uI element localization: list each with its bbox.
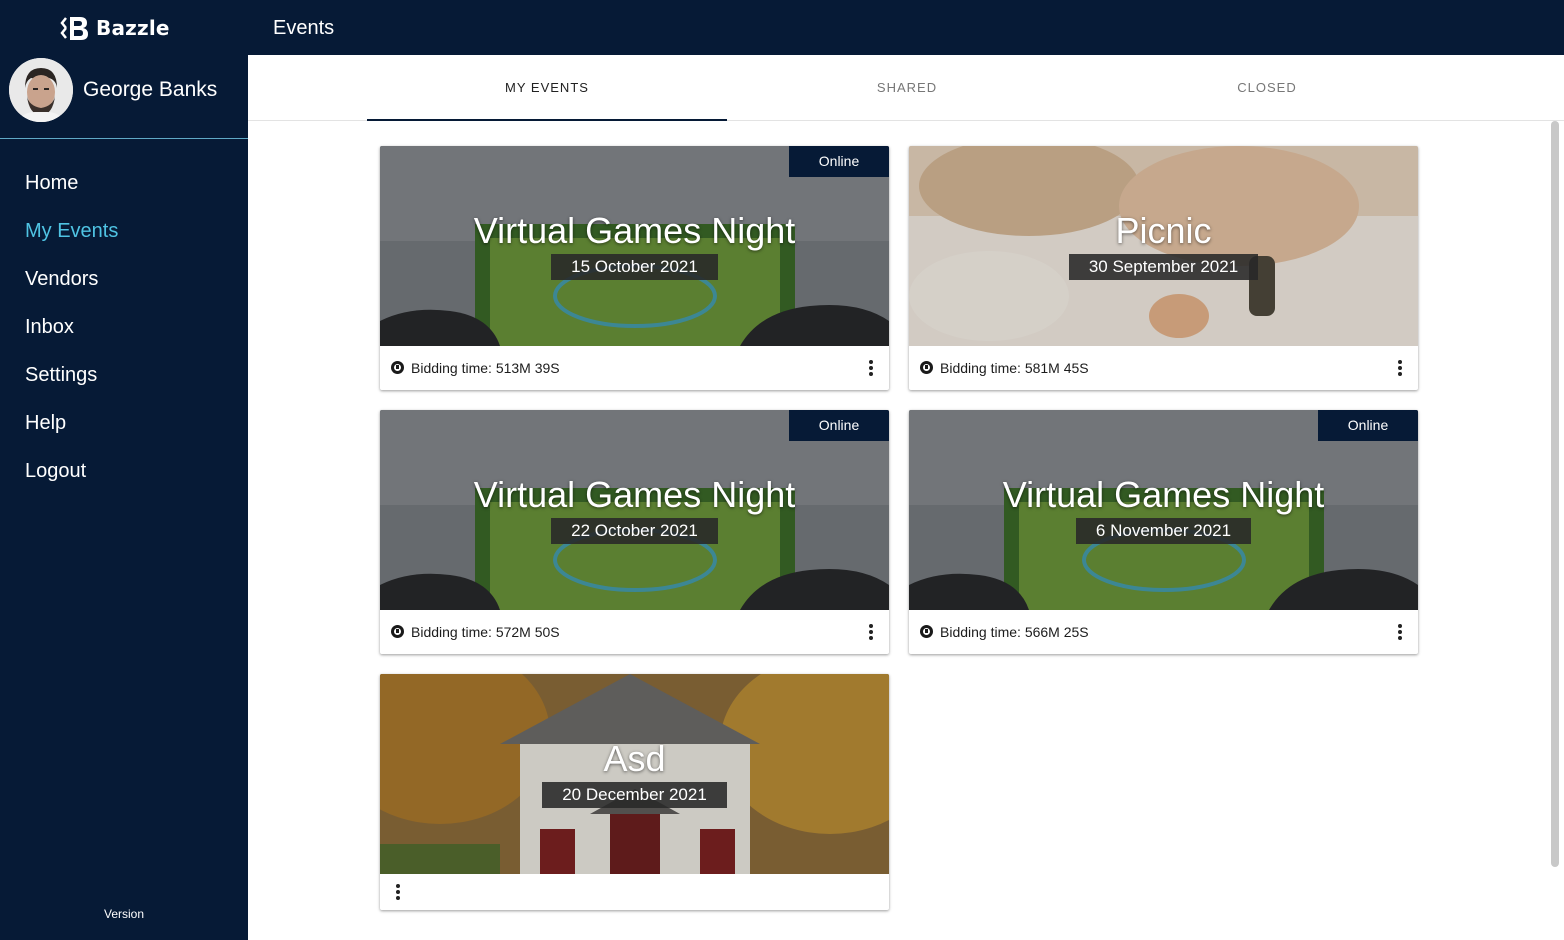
scrollbar-thumb[interactable]	[1551, 121, 1559, 867]
user-profile: George Banks	[0, 56, 248, 139]
bidding-time: Bidding time: 566M 25S	[940, 624, 1089, 640]
event-title: Virtual Games Night	[473, 474, 796, 515]
event-image[interactable]: Online Virtual Games Night 22 October 20…	[380, 410, 889, 610]
event-image[interactable]: Asd 20 December 2021	[380, 674, 889, 874]
event-title: Virtual Games Night	[1002, 474, 1325, 515]
event-title: Virtual Games Night	[473, 210, 796, 251]
events-grid: Online Virtual Games Night 15 October 20…	[248, 121, 1564, 940]
event-card[interactable]: Online Virtual Games Night 22 October 20…	[380, 410, 889, 654]
tab-closed[interactable]: CLOSED	[1087, 55, 1447, 121]
event-image[interactable]: Picnic 30 September 2021	[909, 146, 1418, 346]
sidebar: Bazzle George Banks Home My Events Vendo…	[0, 0, 248, 940]
more-vert-icon[interactable]	[861, 357, 881, 379]
sidebar-item-inbox[interactable]: Inbox	[0, 304, 248, 352]
event-title: Picnic	[1115, 210, 1212, 251]
bazzle-logo-icon	[60, 17, 88, 40]
event-image[interactable]: Online Virtual Games Night 15 October 20…	[380, 146, 889, 346]
bidding-time: Bidding time: 581M 45S	[940, 360, 1089, 376]
online-badge: Online	[1318, 410, 1418, 441]
sidebar-nav: Home My Events Vendors Inbox Settings He…	[0, 160, 248, 496]
event-image[interactable]: Online Virtual Games Night 6 November 20…	[909, 410, 1418, 610]
sidebar-item-my-events[interactable]: My Events	[0, 208, 248, 256]
event-card[interactable]: Asd 20 December 2021	[380, 674, 889, 910]
card-footer: Bidding time: 581M 45S	[909, 346, 1418, 390]
bidding-time: Bidding time: 513M 39S	[411, 360, 560, 376]
card-footer: Bidding time: 566M 25S	[909, 610, 1418, 654]
event-date: 6 November 2021	[1075, 518, 1252, 544]
online-badge: Online	[789, 146, 889, 177]
event-date: 15 October 2021	[551, 254, 718, 280]
online-badge: Online	[789, 410, 889, 441]
sidebar-item-help[interactable]: Help	[0, 400, 248, 448]
more-vert-icon[interactable]	[861, 621, 881, 643]
event-card[interactable]: Picnic 30 September 2021 Bidding time: 5…	[909, 146, 1418, 390]
event-date: 22 October 2021	[551, 518, 718, 544]
more-vert-icon[interactable]	[1390, 357, 1410, 379]
clock-icon	[920, 625, 933, 638]
clock-icon	[920, 361, 933, 374]
more-vert-icon[interactable]	[1390, 621, 1410, 643]
user-name: George Banks	[83, 78, 218, 101]
more-vert-icon[interactable]	[388, 881, 408, 903]
page-title: Events	[273, 17, 335, 39]
clock-icon	[391, 625, 404, 638]
app-logo[interactable]: Bazzle	[60, 12, 170, 44]
card-footer: Bidding time: 572M 50S	[380, 610, 889, 654]
top-app-bar: Events	[248, 0, 1564, 55]
app-name: Bazzle	[96, 16, 170, 40]
event-title: Asd	[603, 738, 666, 779]
card-footer: Bidding time: 513M 39S	[380, 346, 889, 390]
tab-shared[interactable]: SHARED	[727, 55, 1087, 121]
event-card[interactable]: Online Virtual Games Night 6 November 20…	[909, 410, 1418, 654]
clock-icon	[391, 361, 404, 374]
sidebar-item-logout[interactable]: Logout	[0, 448, 248, 496]
bidding-time: Bidding time: 572M 50S	[411, 624, 560, 640]
user-photo	[9, 58, 73, 122]
scrollbar[interactable]	[1550, 121, 1560, 869]
event-date: 30 September 2021	[1068, 254, 1259, 280]
sidebar-item-vendors[interactable]: Vendors	[0, 256, 248, 304]
version-label: Version	[103, 907, 145, 921]
event-card[interactable]: Online Virtual Games Night 15 October 20…	[380, 146, 889, 390]
event-date: 20 December 2021	[542, 782, 727, 808]
event-tabs: MY EVENTS SHARED CLOSED	[248, 55, 1564, 121]
sidebar-item-settings[interactable]: Settings	[0, 352, 248, 400]
sidebar-item-home[interactable]: Home	[0, 160, 248, 208]
tab-my-events[interactable]: MY EVENTS	[367, 55, 727, 121]
card-footer	[380, 874, 889, 910]
avatar[interactable]	[9, 58, 73, 122]
